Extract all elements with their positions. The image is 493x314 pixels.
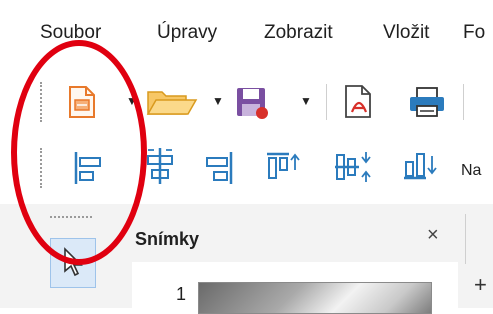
align-bottom-icon[interactable] bbox=[402, 150, 438, 182]
standard-toolbar: ▼ ▼ ▼ bbox=[0, 72, 493, 133]
align-toolbar: Na bbox=[0, 132, 493, 205]
slide-list: 1 bbox=[132, 262, 458, 314]
print-icon[interactable] bbox=[407, 86, 447, 118]
open-dropdown-arrow[interactable]: ▼ bbox=[212, 94, 224, 108]
align-left-icon[interactable] bbox=[72, 150, 104, 186]
menu-view[interactable]: Zobrazit bbox=[264, 22, 333, 44]
align-middle-icon[interactable] bbox=[333, 150, 373, 184]
pointer-icon bbox=[63, 247, 95, 277]
add-icon[interactable]: + bbox=[474, 272, 487, 298]
slide-number: 1 bbox=[176, 284, 187, 304]
toolbar-truncated-label[interactable]: Na bbox=[461, 162, 481, 180]
side-panel-area: Snímky × 1 + bbox=[0, 204, 493, 314]
panel-grip[interactable] bbox=[50, 216, 92, 220]
new-dropdown-arrow[interactable]: ▼ bbox=[126, 94, 138, 108]
align-right-icon[interactable] bbox=[203, 150, 235, 186]
toolbar-separator bbox=[463, 84, 464, 120]
align-top-icon[interactable] bbox=[265, 150, 301, 182]
menu-bar: Soubor Úpravy Zobrazit Vložit Fo bbox=[0, 0, 493, 73]
menu-format[interactable]: Fo bbox=[463, 22, 485, 44]
toolbar-grip[interactable] bbox=[40, 82, 44, 122]
new-presentation-icon[interactable] bbox=[67, 85, 97, 119]
export-pdf-icon[interactable] bbox=[343, 84, 375, 120]
open-folder-icon[interactable] bbox=[146, 88, 198, 116]
toolbar-grip[interactable] bbox=[40, 148, 44, 188]
menu-file[interactable]: Soubor bbox=[40, 22, 101, 44]
menu-insert[interactable]: Vložit bbox=[383, 22, 429, 44]
save-dropdown-arrow[interactable]: ▼ bbox=[300, 94, 312, 108]
align-center-icon[interactable] bbox=[142, 146, 178, 186]
slides-panel-title: Snímky bbox=[135, 229, 200, 249]
panel-divider bbox=[465, 214, 466, 264]
save-icon[interactable] bbox=[235, 86, 271, 120]
menu-edit[interactable]: Úpravy bbox=[157, 22, 217, 44]
select-tool-button[interactable] bbox=[50, 238, 96, 288]
close-panel-icon[interactable]: × bbox=[427, 224, 439, 247]
slide-thumbnail[interactable] bbox=[198, 282, 432, 314]
toolbar-separator bbox=[326, 84, 327, 120]
